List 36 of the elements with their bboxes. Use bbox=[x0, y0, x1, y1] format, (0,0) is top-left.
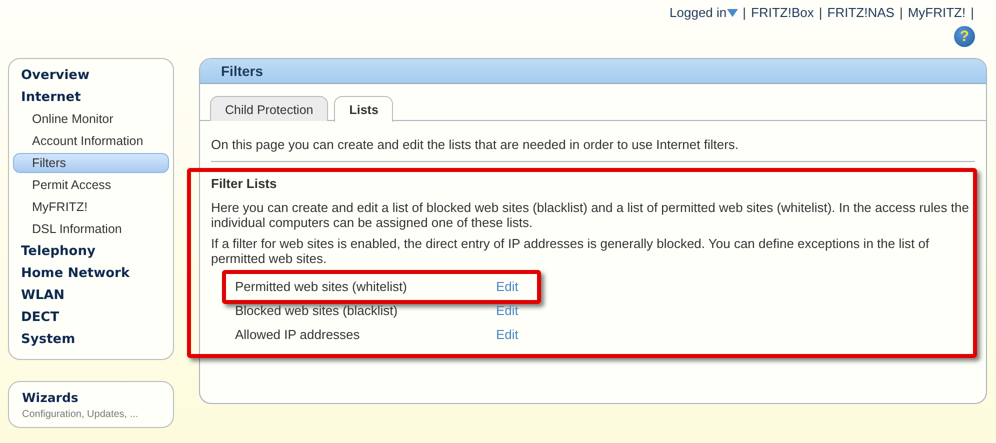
tab[interactable]: Lists bbox=[334, 96, 394, 122]
wizards-description: Configuration, Updates, ... bbox=[22, 409, 140, 420]
description-text: Here you can create and edit a list of blocked web sites (blacklist) and a list of permitted web sites (whitelist). In the access rules the individual computers can be assigned one of these lists. bbox=[211, 200, 970, 230]
nav-item[interactable]: Internet bbox=[13, 87, 169, 107]
list-name: Allowed IP addresses bbox=[235, 326, 361, 342]
wizards-link[interactable]: Wizards bbox=[22, 390, 163, 405]
logged-in-menu[interactable]: Logged in bbox=[670, 5, 738, 20]
separator: | bbox=[970, 5, 974, 20]
separator: | bbox=[742, 5, 746, 20]
nav-item[interactable]: Home Network bbox=[13, 263, 169, 283]
nav-item[interactable]: System bbox=[13, 329, 169, 349]
section-title: Filter Lists bbox=[211, 176, 278, 191]
nav-item[interactable]: DECT bbox=[13, 307, 169, 327]
separator: | bbox=[899, 5, 903, 20]
nav-subitem[interactable]: Permit Access bbox=[13, 175, 169, 195]
header-link[interactable]: FRITZ!Box bbox=[751, 5, 814, 20]
edit-link[interactable]: Edit bbox=[496, 278, 518, 294]
nav-item[interactable]: WLAN bbox=[13, 285, 169, 305]
nav-subitem[interactable]: DSL Information bbox=[13, 219, 169, 239]
panel-title: Filters bbox=[221, 63, 264, 79]
nav-subitem[interactable]: Filters bbox=[13, 153, 169, 173]
description-text: If a filter for web sites is enabled, the direct entry of IP addresses is generally blocked. You can define exceptions in the list of permitted web sites. bbox=[211, 236, 930, 266]
nav-item[interactable]: Telephony bbox=[13, 241, 169, 261]
list-name: Permitted web sites (whitelist) bbox=[235, 278, 408, 294]
nav-subitem[interactable]: Online Monitor bbox=[13, 109, 169, 129]
tab[interactable]: Child Protection bbox=[210, 96, 328, 121]
intro-text: On this page you can create and edit the lists that are needed in order to use Internet filters. bbox=[211, 137, 975, 162]
header-link[interactable]: MyFRITZ! bbox=[908, 5, 966, 20]
edit-link[interactable]: Edit bbox=[496, 326, 518, 342]
list-name: Blocked web sites (blacklist) bbox=[235, 302, 399, 318]
edit-link[interactable]: Edit bbox=[496, 302, 518, 318]
nav-subitem[interactable]: MyFRITZ! bbox=[13, 197, 169, 217]
nav-item[interactable]: Overview bbox=[13, 65, 169, 85]
header-link[interactable]: FRITZ!NAS bbox=[827, 5, 894, 20]
separator: | bbox=[818, 5, 822, 20]
nav-subitem[interactable]: Account Information bbox=[13, 131, 169, 151]
